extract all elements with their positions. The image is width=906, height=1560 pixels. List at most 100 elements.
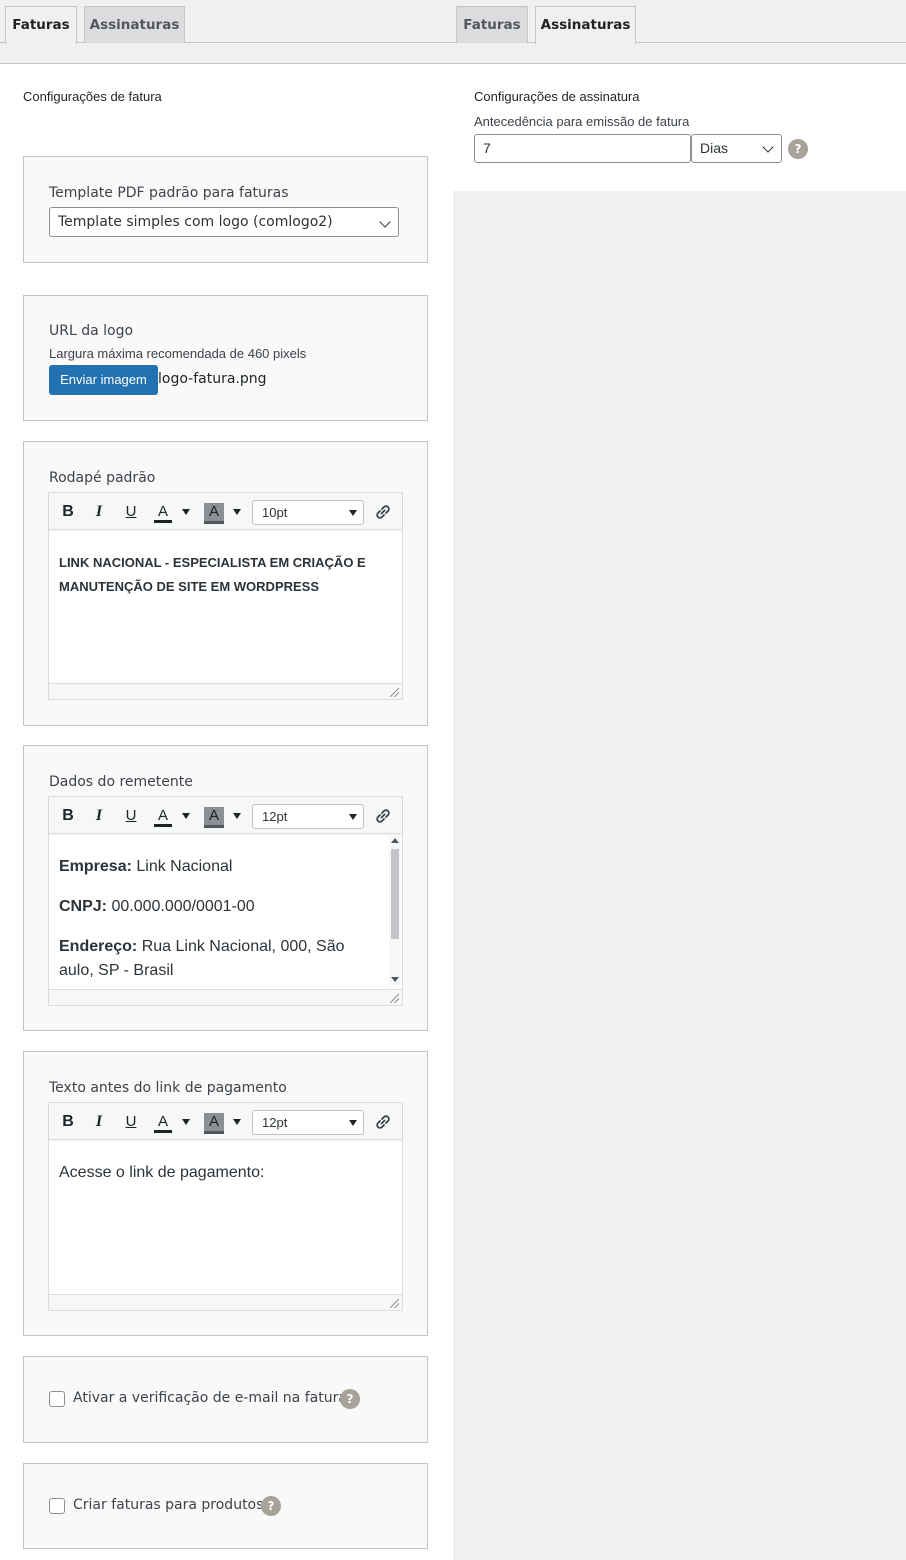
tab-bar: Faturas Assinaturas [453, 0, 906, 64]
email-verification-checkbox[interactable] [49, 1391, 65, 1407]
link-icon[interactable] [373, 502, 393, 526]
chevron-down-icon [379, 216, 391, 228]
italic-button[interactable]: I [91, 804, 107, 828]
payment-text-content[interactable]: Acesse o link de pagamento: [59, 1161, 264, 1185]
link-icon[interactable] [373, 1112, 393, 1136]
background-color-caret-icon[interactable] [233, 813, 241, 819]
tab-faturas[interactable]: Faturas [456, 6, 528, 43]
advance-unit-select[interactable]: Dias [691, 134, 782, 163]
section-title: Configurações de fatura [23, 89, 162, 104]
invoice-settings-content: Configurações de fatura Template PDF pad… [0, 64, 453, 1560]
bold-button[interactable]: B [59, 1110, 77, 1134]
template-pdf-box: Template PDF padrão para faturas Templat… [23, 156, 428, 263]
footer-editor[interactable]: B I U A A 10pt LINK NACIONAL - ESPECIALI… [48, 492, 403, 700]
editor-scrollbar[interactable] [389, 835, 401, 985]
sender-content[interactable]: Empresa: Link Nacional CNPJ: 00.000.000/… [59, 855, 379, 983]
tab-assinaturas[interactable]: Assinaturas [84, 6, 185, 43]
editor-toolbar: B I U A A 12pt [49, 797, 402, 834]
font-size-value: 10pt [262, 505, 288, 520]
bold-button[interactable]: B [59, 500, 77, 524]
font-color-caret-icon[interactable] [182, 1119, 190, 1125]
advance-label: Antecedência para emissão de fatura [474, 114, 690, 129]
payment-text-label: Texto antes do link de pagamento [49, 1080, 287, 1096]
font-color-caret-icon[interactable] [182, 509, 190, 515]
background-color-caret-icon[interactable] [233, 509, 241, 515]
sender-editor[interactable]: B I U A A 12pt Empresa: Link Nacional CN… [48, 796, 403, 1006]
italic-button[interactable]: I [91, 1110, 107, 1134]
help-icon[interactable]: ? [340, 1389, 360, 1409]
payment-text-box: Texto antes do link de pagamento B I U A… [23, 1051, 428, 1336]
sender-label: Dados do remetente [49, 774, 193, 790]
advance-unit-value: Dias [700, 140, 729, 156]
product-invoices-box: Criar faturas para produtos ? [23, 1463, 428, 1549]
font-size-select[interactable]: 10pt [252, 500, 364, 525]
template-pdf-selected: Template simples com logo (comlogo2) [58, 214, 333, 230]
editor-toolbar: B I U A A 12pt [49, 1103, 402, 1140]
company-line: Empresa: Link Nacional [59, 858, 233, 875]
payment-text-editor[interactable]: B I U A A 12pt Acesse o link de pagament… [48, 1102, 403, 1311]
editor-statusbar [49, 989, 402, 1005]
editor-toolbar: B I U A A 10pt [49, 493, 402, 530]
product-invoices-label[interactable]: Criar faturas para produtos [73, 1497, 263, 1513]
footer-line-1: LINK NACIONAL - ESPECIALISTA EM CRIAÇÃO … [59, 555, 366, 570]
editor-statusbar [49, 1294, 402, 1310]
product-invoices-checkbox[interactable] [49, 1498, 65, 1514]
background-color-button[interactable]: A [204, 807, 224, 828]
resize-grip-icon[interactable] [390, 994, 399, 1003]
invoice-settings-panel: Faturas Assinaturas Configurações de fat… [0, 0, 453, 1560]
font-color-button[interactable]: A [153, 804, 173, 828]
section-title: Configurações de assinatura [474, 89, 640, 104]
scroll-thumb[interactable] [391, 849, 399, 939]
font-size-value: 12pt [262, 809, 288, 824]
address-line: Endereço: Rua Link Nacional, 000, São [59, 938, 345, 955]
subscription-settings-panel: Faturas Assinaturas Configurações de ass… [453, 0, 906, 1560]
footer-label: Rodapé padrão [49, 470, 156, 486]
tab-bar: Faturas Assinaturas [0, 0, 453, 64]
bold-button[interactable]: B [59, 804, 77, 828]
logo-filename: logo-fatura.png [158, 371, 267, 387]
background-color-caret-icon[interactable] [233, 1119, 241, 1125]
background-color-button[interactable]: A [204, 503, 224, 524]
font-color-caret-icon[interactable] [182, 813, 190, 819]
cnpj-line: CNPJ: 00.000.000/0001-00 [59, 898, 255, 915]
subscription-settings-content: Configurações de assinatura Antecedência… [453, 64, 906, 191]
caret-down-icon [349, 510, 357, 516]
logo-url-box: URL da logo Largura máxima recomendada d… [23, 295, 428, 421]
footer-line-2: MANUTENÇÃO DE SITE EM WORDPRESS [59, 579, 320, 594]
template-pdf-label: Template PDF padrão para faturas [49, 185, 289, 201]
tab-assinaturas[interactable]: Assinaturas [535, 6, 636, 44]
underline-button[interactable]: U [123, 1110, 139, 1134]
email-verification-box: Ativar a verificação de e-mail na fatura… [23, 1356, 428, 1443]
link-icon[interactable] [373, 806, 393, 830]
tab-faturas[interactable]: Faturas [5, 6, 77, 44]
scroll-up-icon[interactable] [391, 838, 399, 843]
chevron-down-icon [762, 141, 774, 153]
editor-statusbar [49, 683, 402, 699]
email-verification-label[interactable]: Ativar a verificação de e-mail na fatura… [73, 1390, 351, 1406]
upload-image-button[interactable]: Enviar imagem [49, 365, 158, 395]
caret-down-icon [349, 814, 357, 820]
resize-grip-icon[interactable] [390, 1299, 399, 1308]
font-color-button[interactable]: A [153, 1110, 173, 1134]
caret-down-icon [349, 1120, 357, 1126]
font-size-select[interactable]: 12pt [252, 1110, 364, 1135]
advance-days-input[interactable]: 7 [474, 134, 691, 163]
background-color-button[interactable]: A [204, 1113, 224, 1134]
address-line-2: aulo, SP - Brasil [59, 962, 174, 979]
footer-box: Rodapé padrão B I U A A 10pt LINK NACION… [23, 441, 428, 726]
font-size-value: 12pt [262, 1115, 288, 1130]
font-size-select[interactable]: 12pt [252, 804, 364, 829]
sender-box: Dados do remetente B I U A A 12pt Empres… [23, 745, 428, 1031]
help-icon[interactable]: ? [261, 1496, 281, 1516]
logo-url-label: URL da logo [49, 323, 134, 339]
template-pdf-select[interactable]: Template simples com logo (comlogo2) [49, 207, 399, 237]
footer-content[interactable]: LINK NACIONAL - ESPECIALISTA EM CRIAÇÃO … [59, 551, 399, 599]
underline-button[interactable]: U [123, 804, 139, 828]
help-icon[interactable]: ? [788, 139, 808, 159]
logo-url-hint: Largura máxima recomendada de 460 pixels [49, 346, 307, 361]
scroll-down-icon[interactable] [391, 977, 399, 982]
italic-button[interactable]: I [91, 500, 107, 524]
underline-button[interactable]: U [123, 500, 139, 524]
resize-grip-icon[interactable] [390, 688, 399, 697]
font-color-button[interactable]: A [153, 500, 173, 524]
